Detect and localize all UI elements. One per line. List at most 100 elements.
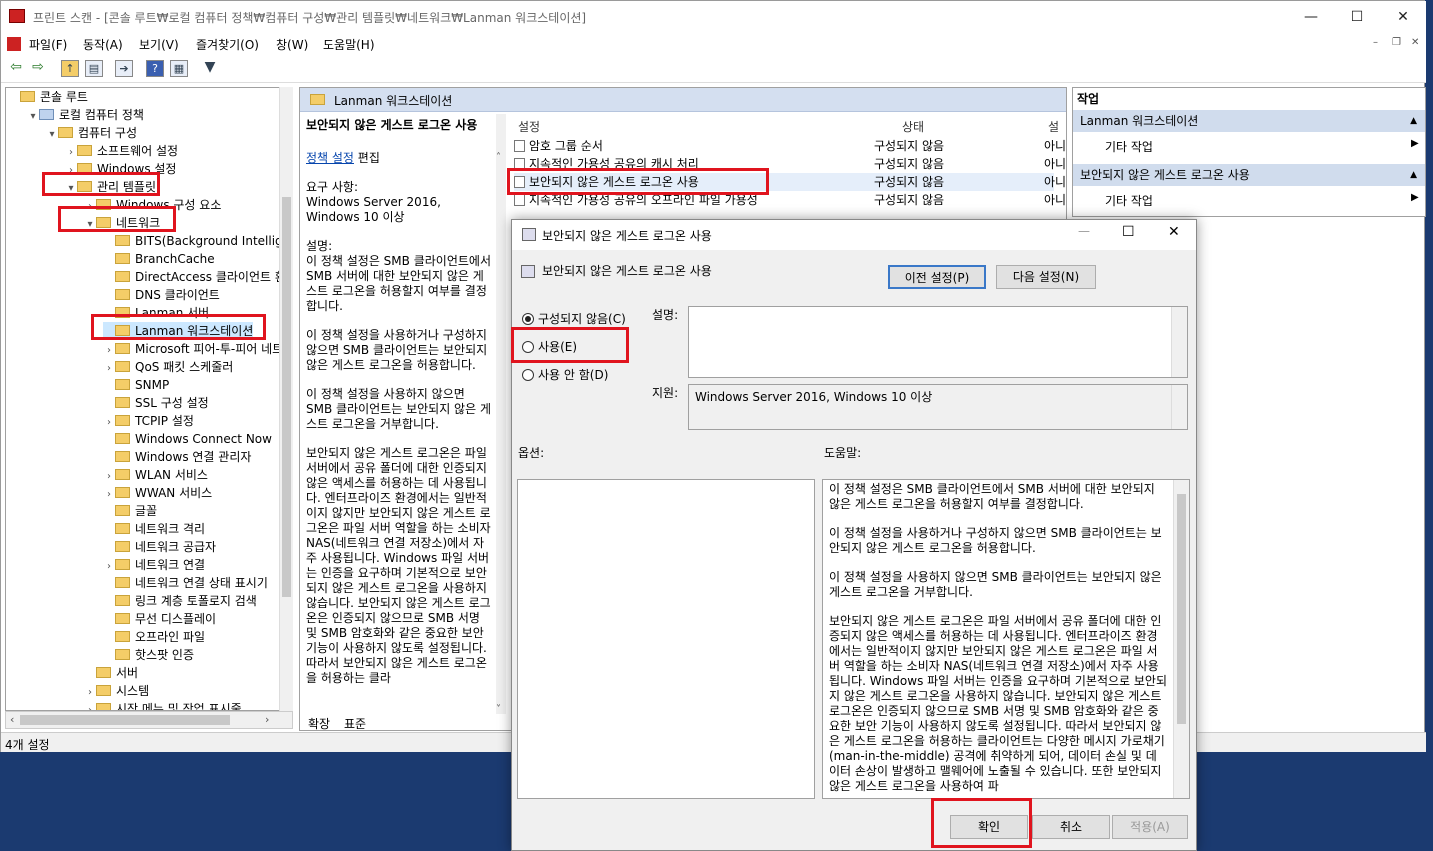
list-row[interactable]: 암호 그룹 순서 구성되지 않음 아니 (514, 137, 1066, 155)
menu-window[interactable]: 창(W) (276, 36, 308, 53)
tab-extended[interactable]: 확장 (308, 715, 330, 732)
tree-node[interactable]: 서버 (84, 664, 138, 682)
collapse-icon[interactable]: ▲ (1410, 164, 1417, 186)
next-setting-button[interactable]: 다음 설정(N) (996, 265, 1096, 289)
radio-not-configured[interactable]: 구성되지 않음(C) (522, 310, 626, 327)
tree-vertical-scrollbar[interactable] (279, 87, 293, 711)
tree-node[interactable]: › 소프트웨어 설정 (65, 142, 178, 160)
action-more[interactable]: 기타 작업 (1105, 138, 1153, 155)
filter-icon[interactable]: ▼ (201, 60, 219, 77)
edit-policy-link[interactable]: 정책 설정 (306, 151, 354, 165)
tree-node[interactable]: BranchCache (103, 250, 215, 268)
close-button[interactable]: ✕ (1380, 1, 1426, 33)
tree-node[interactable]: 콘솔 루트 (8, 88, 88, 106)
tree-node[interactable]: › Microsoft 피어-투-피어 네트 (103, 340, 283, 358)
tree-node[interactable]: SSL 구성 설정 (103, 394, 209, 412)
up-folder-icon[interactable]: ↑ (61, 60, 79, 77)
collapse-icon[interactable]: ▲ (1410, 110, 1417, 132)
tree-node[interactable]: 네트워크 공급자 (103, 538, 216, 556)
tree-node[interactable]: 네트워크 연결 상태 표시기 (103, 574, 268, 592)
comment-scrollbar[interactable] (1171, 307, 1187, 377)
tree-node[interactable]: › WLAN 서비스 (103, 466, 208, 484)
action-group-setting[interactable]: 보안되지 않은 게스트 로그온 사용 ▲ (1073, 164, 1425, 186)
tree-node[interactable]: DirectAccess 클라이언트 환경 (103, 268, 292, 286)
cancel-button[interactable]: 취소 (1032, 815, 1110, 839)
tree-node[interactable]: › WWAN 서비스 (103, 484, 212, 502)
column-comment[interactable]: 설 (1048, 118, 1059, 135)
scroll-thumb[interactable] (20, 715, 230, 725)
title-bar[interactable]: 프린트 스캔 - [콘솔 루트₩로컬 컴퓨터 정책₩컴퓨터 구성₩관리 템플릿₩… (1, 1, 1426, 33)
scroll-right-icon[interactable]: › (265, 713, 269, 726)
tab-standard[interactable]: 표준 (344, 715, 366, 732)
child-window-icon[interactable] (7, 37, 21, 51)
folder-icon (20, 91, 35, 102)
menu-favorites[interactable]: 즐겨찾기(O) (196, 36, 259, 53)
expand-arrow-icon[interactable]: › (84, 702, 96, 710)
radio-disabled[interactable]: 사용 안 함(D) (522, 366, 608, 383)
help-scrollbar[interactable] (1173, 480, 1189, 798)
tree-node[interactable]: 링크 계층 토폴로지 검색 (103, 592, 257, 610)
support-scrollbar[interactable] (1171, 385, 1187, 429)
requirements-text: 요구 사항: Windows Server 2016, Windows 10 이… (306, 180, 441, 224)
description-paragraph: 설명: 이 정책 설정은 SMB 클라이언트에서 SMB 서버에 대한 보안되지… (306, 239, 491, 313)
previous-setting-button[interactable]: 이전 설정(P) (888, 265, 986, 289)
folder-icon (115, 289, 130, 300)
tree-node[interactable]: ▾ 컴퓨터 구성 (46, 124, 137, 142)
apply-button[interactable]: 적용(A) (1112, 815, 1188, 839)
menu-help[interactable]: 도움말(H) (323, 36, 375, 53)
expand-arrow-icon[interactable]: ▾ (27, 108, 39, 126)
help-paragraph: 이 정책 설정은 SMB 클라이언트에서 SMB 서버에 대한 보안되지 않은 … (829, 482, 1155, 511)
scroll-left-icon[interactable]: ‹ (10, 713, 14, 726)
child-restore-icon[interactable]: ❐ (1392, 37, 1401, 48)
tree-node[interactable]: › TCPIP 설정 (103, 412, 194, 430)
tree-node[interactable]: › 시작 메뉴 및 작업 표시줄 (84, 700, 242, 710)
folder-icon (115, 415, 130, 426)
forward-icon[interactable]: ⇨ (29, 60, 47, 77)
dialog-title-bar[interactable]: 보안되지 않은 게스트 로그온 사용 — ☐ ✕ (512, 220, 1196, 250)
tree-node[interactable]: BITS(Background Intelligent (103, 232, 292, 250)
tree-node[interactable]: Windows Connect Now (103, 430, 272, 448)
scroll-up-icon[interactable]: ˄ (496, 152, 501, 163)
action-group-lanman[interactable]: Lanman 워크스테이션 ▲ (1073, 110, 1425, 132)
tree-node[interactable]: 네트워크 격리 (103, 520, 205, 538)
column-setting[interactable]: 설정 (518, 118, 540, 135)
expand-arrow-icon[interactable]: ▾ (46, 126, 58, 144)
tree-node[interactable]: › 시스템 (84, 682, 149, 700)
child-minimize-icon[interactable]: – (1373, 37, 1378, 48)
menu-view[interactable]: 보기(V) (139, 36, 179, 53)
dialog-minimize-button[interactable]: — (1078, 224, 1090, 238)
status-text: 4개 설정 (5, 738, 50, 752)
tree-node[interactable]: DNS 클라이언트 (103, 286, 220, 304)
tree-node[interactable]: 핫스팟 인증 (103, 646, 194, 664)
tree-node[interactable]: › 네트워크 연결 (103, 556, 205, 574)
help-scroll-thumb[interactable] (1177, 494, 1186, 724)
child-close-icon[interactable]: ✕ (1411, 37, 1419, 48)
dialog-close-button[interactable]: ✕ (1168, 224, 1180, 240)
tree-node[interactable]: SNMP (103, 376, 169, 394)
menu-action[interactable]: 동작(A) (83, 36, 123, 53)
folder-icon (115, 235, 130, 246)
properties-icon[interactable]: ▦ (170, 60, 188, 77)
tree-node[interactable]: Windows 연결 관리자 (103, 448, 251, 466)
tree-node[interactable]: 오프라인 파일 (103, 628, 205, 646)
dialog-maximize-button[interactable]: ☐ (1122, 224, 1135, 240)
action-more[interactable]: 기타 작업 (1105, 192, 1153, 209)
policy-icon (514, 194, 525, 206)
tree-node[interactable]: 글꼴 (103, 502, 157, 520)
tree-horizontal-scrollbar[interactable]: ‹ › (5, 711, 293, 729)
tree-node[interactable]: ▾ 로컬 컴퓨터 정책 (27, 106, 143, 126)
show-hide-tree-icon[interactable]: ▤ (85, 60, 103, 77)
tree-node[interactable]: 무선 디스플레이 (103, 610, 216, 628)
maximize-button[interactable]: ☐ (1334, 1, 1380, 33)
back-icon[interactable]: ⇦ (7, 60, 25, 77)
comment-textarea[interactable] (688, 306, 1188, 378)
tree-node-label: Windows Connect Now (135, 432, 272, 446)
help-icon[interactable]: ? (146, 60, 164, 77)
radio-selected-icon (522, 313, 534, 325)
column-state[interactable]: 상태 (902, 118, 924, 135)
tree-scroll-thumb[interactable] (282, 197, 291, 597)
export-icon[interactable]: ➔ (115, 60, 133, 77)
minimize-button[interactable]: — (1288, 1, 1334, 33)
tree-node[interactable]: › QoS 패킷 스케줄러 (103, 358, 233, 376)
menu-file[interactable]: 파일(F) (29, 36, 67, 53)
